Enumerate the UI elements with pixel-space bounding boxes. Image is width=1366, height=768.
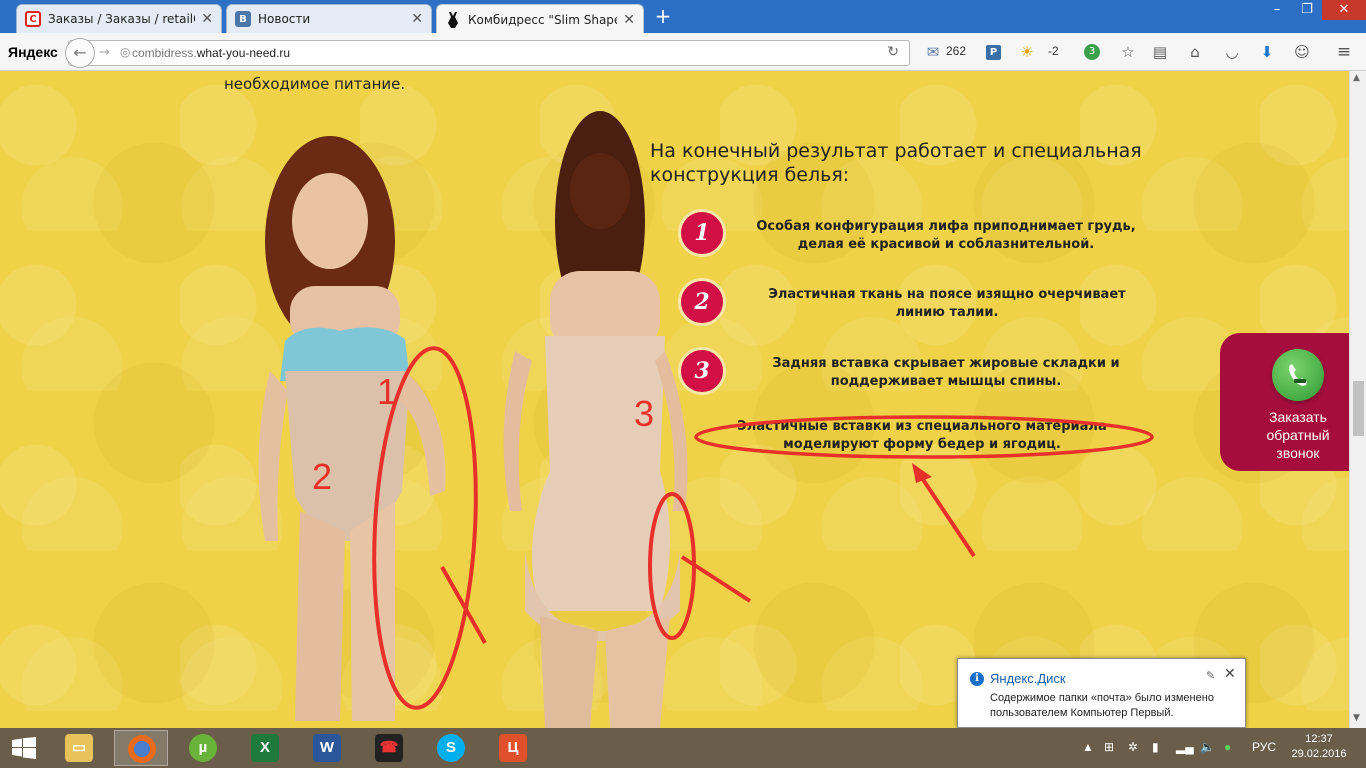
tab-label: Комбидресс "Slim Shape <box>468 12 618 27</box>
pocket-icon[interactable]: ◡ <box>1223 43 1241 61</box>
scroll-thumb[interactable] <box>1353 381 1364 436</box>
minimize-button[interactable]: – <box>1262 0 1292 20</box>
info-icon: i <box>970 672 984 686</box>
feature-text-2: Эластичная ткань на поясе изящно очерчив… <box>768 287 1126 320</box>
taskbar-firefox[interactable] <box>114 730 168 766</box>
phone-icon[interactable] <box>1272 349 1324 401</box>
close-icon[interactable]: ✕ <box>411 11 423 27</box>
tray-volume-icon[interactable]: 🔈 <box>1200 740 1215 754</box>
taskbar-utorrent[interactable]: µ <box>176 730 230 766</box>
yandex-disk-notification[interactable]: i Яндекс.Диск Содержимое папки «почта» б… <box>957 658 1246 728</box>
excel-icon: X <box>251 734 279 762</box>
tray-windows-icon[interactable]: ⊞ <box>1104 740 1114 754</box>
reading-list-icon[interactable]: ▤ <box>1151 43 1169 61</box>
feature-text-3: Задняя вставка скрывает жировые складки … <box>772 356 1120 389</box>
menu-icon[interactable]: ≡ <box>1335 43 1353 61</box>
vk-icon: В <box>235 11 251 27</box>
tab-vk-news[interactable]: В Новости ✕ <box>226 4 432 33</box>
tray-signal-icon[interactable]: ▂▄ <box>1176 740 1194 754</box>
tab-combidress[interactable]: Комбидресс "Slim Shape ✕ <box>436 4 644 34</box>
scroll-up-icon[interactable]: ▲ <box>1353 73 1360 83</box>
annotation-number-3: 3 <box>634 393 655 434</box>
taskbar-office-app[interactable]: Ц <box>486 730 540 766</box>
taskbar-file-explorer[interactable]: ▭ <box>52 730 106 766</box>
close-icon[interactable]: ✕ <box>623 12 635 28</box>
section-heading: На конечный результат работает и специал… <box>650 140 1142 186</box>
start-button[interactable] <box>12 737 36 759</box>
firefox-icon <box>128 735 156 763</box>
tab-label: Новости <box>258 12 311 26</box>
taskbar-skype[interactable]: S <box>424 730 478 766</box>
notification-body: Содержимое папки «почта» было изменено п… <box>990 692 1214 719</box>
weather-temp: -2 <box>1048 44 1059 58</box>
word-icon: W <box>313 734 341 762</box>
tray-battery-icon[interactable]: ▮ <box>1152 740 1159 754</box>
model-back-figure <box>503 111 688 728</box>
annotation-number-1: 1 <box>377 371 398 412</box>
notification-title: Яндекс.Диск <box>990 671 1066 686</box>
forward-button[interactable]: → <box>99 45 110 60</box>
tray-up-arrow-icon[interactable]: ▲ <box>1082 740 1094 754</box>
smiley-icon[interactable]: ☺ <box>1293 43 1311 61</box>
window-close-button[interactable]: ✕ <box>1322 0 1366 20</box>
back-button[interactable]: ← <box>65 38 95 68</box>
reload-icon[interactable]: ↻ <box>887 44 899 60</box>
file-explorer-icon: ▭ <box>65 734 93 762</box>
annotation-arrow-left <box>440 566 487 644</box>
callback-widget[interactable]: Заказать обратный звонок <box>1220 333 1349 471</box>
yandex-logo[interactable]: Яндекс <box>8 44 58 60</box>
globe-icon: ◎ <box>120 45 131 59</box>
taskbar-excel[interactable]: X <box>238 730 292 766</box>
windows-taskbar: ▭ µ X W ☎ S Ц <box>0 728 1366 768</box>
close-icon[interactable]: ✕ <box>201 11 213 27</box>
clock-time: 12:37 <box>1305 733 1333 745</box>
feature-text-1: Особая конфигурация лифа приподнимает гр… <box>756 219 1136 252</box>
home-icon[interactable]: ⌂ <box>1186 43 1204 61</box>
skype-icon: S <box>437 734 465 762</box>
scroll-down-icon[interactable]: ▼ <box>1353 713 1360 723</box>
new-tab-button[interactable]: + <box>652 6 674 28</box>
feature-badge-1: 1 <box>678 209 726 257</box>
taskbar-phone-app[interactable]: ☎ <box>362 730 416 766</box>
notification-badge[interactable]: 3 <box>1084 44 1100 60</box>
model-front-figure <box>258 136 446 721</box>
utorrent-icon: µ <box>189 734 217 762</box>
page-scrollbar[interactable]: ▲ ▼ <box>1349 71 1366 728</box>
feature-badge-3: 3 <box>678 347 726 395</box>
address-bar[interactable]: ← → ◎ combidress.what-you-need.ru ↻ <box>65 38 910 68</box>
annotation-ellipse-text <box>694 415 1154 558</box>
web-page: необходимое питание. 1 2 3 На конечный р… <box>0 71 1349 728</box>
callback-label[interactable]: Заказать обратный звонок <box>1246 408 1349 462</box>
yandex-bar-icon[interactable]: Р <box>986 45 1001 60</box>
phone-app-icon: ☎ <box>375 734 403 762</box>
logo-text: Яндекс <box>8 44 58 60</box>
bookmark-star-icon[interactable]: ☆ <box>1119 43 1137 61</box>
close-icon[interactable]: ✕ <box>1224 666 1236 682</box>
mail-icon[interactable]: ✉ <box>924 43 942 61</box>
tab-retailcrm[interactable]: C Заказы / Заказы / retailC ✕ <box>16 4 222 33</box>
office-app-icon: Ц <box>499 734 527 762</box>
restore-button[interactable]: ❐ <box>1292 0 1322 20</box>
clock-date: 29.02.2016 <box>1291 748 1347 760</box>
language-indicator[interactable]: РУС <box>1252 740 1276 754</box>
bodysuit-icon <box>445 11 461 28</box>
url-text[interactable]: combidress.what-you-need.ru <box>132 46 290 60</box>
taskbar-word[interactable]: W <box>300 730 354 766</box>
browser-title-bar: C Заказы / Заказы / retailC ✕ В Новости … <box>0 0 1366 34</box>
taskbar-clock[interactable]: 12:37 29.02.2016 <box>1290 732 1348 762</box>
tray-settings-icon[interactable]: ✲ <box>1128 740 1138 754</box>
url-prefix: combidress. <box>132 46 197 60</box>
feature-badge-2: 2 <box>678 278 726 326</box>
tab-label: Заказы / Заказы / retailC <box>48 12 196 26</box>
retailcrm-icon: C <box>25 11 41 27</box>
annotation-number-2: 2 <box>312 456 333 497</box>
download-icon[interactable]: ⬇ <box>1258 43 1276 61</box>
pin-icon[interactable]: ✎ <box>1206 669 1215 682</box>
tray-yandex-disk-icon[interactable]: ● <box>1224 740 1231 754</box>
mail-count: 262 <box>946 44 967 58</box>
url-domain: what-you-need.ru <box>196 46 291 60</box>
weather-icon[interactable]: ☀ <box>1018 43 1036 61</box>
